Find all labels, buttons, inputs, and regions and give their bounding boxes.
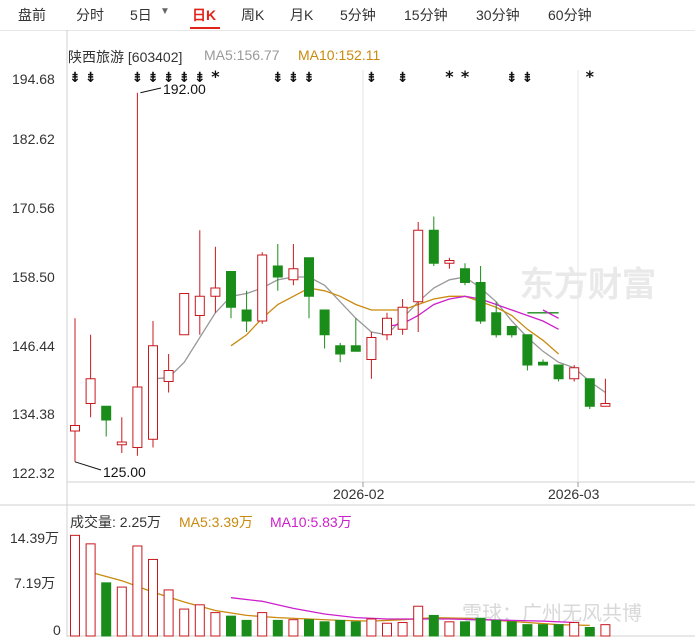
volume-bar — [179, 608, 190, 637]
volume-bar — [382, 622, 392, 637]
candle-body — [70, 425, 80, 432]
volume-bar — [194, 604, 205, 637]
candle-body — [85, 378, 96, 405]
volume-bar — [475, 617, 486, 637]
high-price-label: 192.00 — [163, 81, 206, 97]
volume-bar — [584, 626, 595, 637]
candle-body — [397, 306, 408, 330]
volume-bar — [148, 558, 158, 637]
candle-body — [553, 364, 564, 380]
event-arrow-icon: ⇟ — [522, 70, 534, 86]
event-arrow-icon: ⇟ — [288, 70, 300, 86]
candle-body — [366, 337, 377, 361]
event-arrow-icon: ⇟ — [366, 70, 378, 86]
candle-body — [491, 312, 502, 336]
event-arrow-icon: ⇟ — [272, 70, 284, 86]
candle-body — [148, 345, 158, 440]
candle-body — [522, 334, 533, 366]
volume-bar — [288, 619, 299, 637]
volume-bar — [413, 605, 424, 637]
volume-bar — [460, 621, 470, 637]
kline-chart: 东方财富 雪球：广州无风共博 ⇟ ⇟ ⇟ ⇟ ⇟ ⇟ ⇟ * ⇟ ⇟ ⇟ ⇟ ⇟ * * ⇟ ⇟ * 192.00… — [0, 30, 695, 637]
candle-body — [428, 229, 439, 264]
candle-body — [444, 259, 455, 264]
candle-body — [116, 441, 127, 446]
candle-body — [460, 268, 470, 284]
volume-bar — [491, 619, 502, 637]
volume-bar — [257, 612, 268, 637]
candle-body — [288, 268, 299, 281]
volume-bar — [350, 621, 361, 637]
candle-body — [163, 370, 174, 383]
candle-body — [584, 378, 595, 407]
volume-bar — [444, 621, 455, 637]
event-star-icon: * — [461, 67, 470, 86]
candle-body — [304, 257, 314, 297]
candle-body — [335, 345, 346, 355]
event-arrow-icon: ⇟ — [132, 70, 144, 86]
volume-bar — [319, 621, 330, 637]
volume-bar — [210, 612, 221, 637]
volume-bar — [241, 619, 252, 637]
candle-body — [350, 345, 361, 352]
volume-bar — [163, 589, 174, 637]
candle-body — [506, 326, 517, 336]
event-star-icon: * — [445, 67, 454, 86]
volume-bar — [116, 586, 127, 637]
volume-bar — [428, 614, 439, 637]
candle-body — [413, 229, 424, 303]
event-arrow-icon: ⇟ — [397, 70, 409, 86]
watermark: 东方财富 — [520, 265, 656, 304]
candle-body — [241, 309, 252, 322]
volume-bar — [272, 619, 283, 637]
volume-bar — [70, 534, 80, 637]
candle-body — [194, 295, 205, 317]
event-markers: ⇟ ⇟ ⇟ ⇟ ⇟ ⇟ ⇟ * ⇟ ⇟ ⇟ ⇟ ⇟ * * ⇟ ⇟ * — [69, 67, 594, 86]
candle-body — [600, 403, 611, 407]
volume-bar — [101, 582, 112, 637]
volume-bar — [226, 615, 236, 637]
volume-bar — [85, 543, 96, 637]
volume-bar — [506, 621, 517, 637]
event-star-icon: * — [211, 67, 220, 86]
volume-bar — [397, 622, 408, 637]
volume-bar — [553, 624, 564, 637]
candle-body — [272, 265, 283, 278]
event-arrow-icon: ⇟ — [147, 70, 159, 86]
event-arrow-icon: ⇟ — [69, 70, 81, 86]
volume-bar — [569, 622, 580, 637]
volume-bar — [132, 545, 143, 637]
candle-body — [132, 386, 143, 449]
candle-body — [319, 309, 330, 336]
candle-body — [257, 254, 268, 322]
chart-grid — [0, 30, 695, 637]
candle-body — [475, 282, 486, 322]
volume-bar — [522, 624, 533, 637]
candle-body — [210, 287, 221, 297]
low-price-label: 125.00 — [103, 464, 146, 480]
candle-body — [101, 405, 112, 421]
candle-body — [382, 317, 392, 336]
volume-bar — [366, 618, 377, 637]
event-arrow-icon: ⇟ — [85, 70, 97, 86]
ma-lines — [90, 276, 606, 627]
candle-body — [226, 270, 236, 308]
event-arrow-icon: ⇟ — [506, 70, 518, 86]
volume-bar — [600, 624, 611, 637]
volume-bar — [304, 619, 314, 637]
event-arrow-icon: ⇟ — [303, 70, 315, 86]
candle-body — [569, 367, 580, 380]
ma5-line — [230, 287, 560, 355]
candle-body — [538, 361, 548, 366]
low-price-pointer — [74, 461, 102, 471]
volume-bar — [538, 624, 548, 637]
volume-bar — [335, 619, 346, 637]
event-star-icon: * — [586, 67, 595, 86]
candle-body — [179, 293, 190, 336]
ma-pink-line — [542, 309, 559, 319]
high-price-pointer — [140, 87, 162, 94]
